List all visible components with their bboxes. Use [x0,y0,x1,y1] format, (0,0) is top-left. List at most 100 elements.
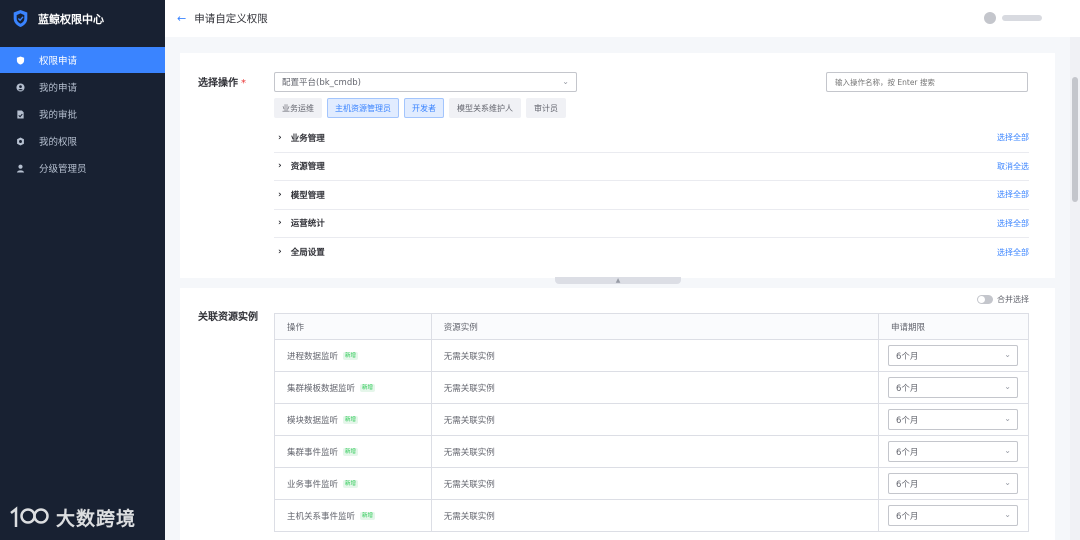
page-title: 申请自定义权限 [194,13,268,25]
column-header-operation: 操作 [274,313,432,340]
chevron-right-icon[interactable]: › [278,247,282,257]
chevron-down-icon: ⌄ [1004,414,1011,423]
template-tag[interactable]: 审计员 [526,98,566,118]
chevron-up-icon: ▲ [615,277,621,284]
back-arrow-icon[interactable]: ← [177,12,186,25]
chevron-down-icon: ⌄ [1004,478,1011,487]
chevron-down-icon: ⌄ [1004,350,1011,359]
sidebar-item-label: 我的权限 [39,137,78,148]
sidebar-item-my-approvals[interactable]: 我的审批 [0,101,165,127]
operation-panel: 选择操作* 配置平台(bk_cmdb) ⌄ 业务运维 主机资源管理员 开发者 模… [180,53,1055,278]
select-all-link[interactable]: 选择全部 [997,218,1029,229]
operation-search-input[interactable] [826,72,1028,92]
shield-logo-icon [13,10,28,27]
sidebar-item-grading-admin[interactable]: 分级管理员 [0,155,165,181]
template-tag[interactable]: 主机资源管理员 [327,98,399,118]
table-row: 业务事件监听 新增 无需关联实例 6个月 ⌄ [274,467,1029,500]
instance-cell: 无需关联实例 [431,435,880,468]
select-all-link[interactable]: 选择全部 [997,247,1029,258]
sidebar-item-label: 权限申请 [39,56,78,67]
chevron-right-icon[interactable]: › [278,161,282,171]
collapse-handle[interactable]: ▲ [555,277,681,284]
term-cell: 6个月 ⌄ [878,403,1029,436]
operation-cell: 业务事件监听 新增 [274,467,432,500]
term-cell: 6个月 ⌄ [878,339,1029,372]
operation-group[interactable]: › 业务管理 选择全部 [274,124,1029,153]
term-select[interactable]: 6个月 ⌄ [888,345,1018,366]
avatar [984,12,996,24]
term-value: 6个月 [896,447,919,458]
shield-icon [16,55,25,65]
resource-section-label: 关联资源实例 [198,312,258,323]
operation-group[interactable]: › 模型管理 选择全部 [274,181,1029,210]
sidebar-item-permission-apply[interactable]: 权限申请 [0,47,165,73]
chevron-down-icon: ⌄ [562,77,569,86]
operation-group[interactable]: › 运营统计 选择全部 [274,210,1029,238]
template-tag[interactable]: 开发者 [404,98,444,118]
toggle-knob [978,296,985,303]
term-select[interactable]: 6个月 ⌄ [888,441,1018,462]
term-select[interactable]: 6个月 ⌄ [888,377,1018,398]
template-tags: 业务运维 主机资源管理员 开发者 模型关系维护人 审计员 [274,98,571,118]
operation-section-label: 选择操作 * [198,74,246,89]
term-select[interactable]: 6个月 ⌄ [888,409,1018,430]
watermark-logo-icon [10,506,49,527]
group-name: 全局设置 [290,248,325,259]
page-scrollbar[interactable] [1070,37,1080,540]
user-menu[interactable] [984,12,1042,24]
sidebar-item-my-applications[interactable]: 我的申请 [0,74,165,100]
sidebar-item-label: 我的审批 [39,110,78,121]
term-select[interactable]: 6个月 ⌄ [888,473,1018,494]
group-name: 业务管理 [290,133,325,144]
term-cell: 6个月 ⌄ [878,467,1029,500]
app-title: 蓝鲸权限中心 [38,12,104,26]
username-placeholder [1002,15,1042,21]
term-value: 6个月 [896,415,919,426]
chevron-down-icon: ⌄ [1004,510,1011,519]
new-badge: 新增 [343,448,359,456]
operation-group[interactable]: › 全局设置 选择全部 [274,238,1029,267]
brand[interactable]: 蓝鲸权限中心 [0,0,165,37]
instance-cell: 无需关联实例 [431,339,880,372]
operation-name: 集群事件监听 [287,447,339,458]
template-tag[interactable]: 业务运维 [274,98,322,118]
group-name: 模型管理 [290,190,325,201]
term-value: 6个月 [896,351,919,362]
watermark-text: 大数跨境 [56,507,137,530]
template-tag[interactable]: 模型关系维护人 [449,98,521,118]
group-name: 资源管理 [290,162,325,173]
term-select[interactable]: 6个月 ⌄ [888,505,1018,526]
deselect-all-link[interactable]: 取消全选 [997,161,1029,172]
top-header: ← 申请自定义权限 [165,0,1080,37]
chevron-right-icon[interactable]: › [278,133,282,143]
system-select[interactable]: 配置平台(bk_cmdb) ⌄ [274,72,577,92]
select-all-link[interactable]: 选择全部 [997,132,1029,143]
table-row: 集群事件监听 新增 无需关联实例 6个月 ⌄ [274,435,1029,468]
operation-cell: 主机关系事件监听 新增 [274,499,432,532]
term-cell: 6个月 ⌄ [878,371,1029,404]
term-value: 6个月 [896,511,919,522]
operation-cell: 集群模板数据监听 新增 [274,371,432,404]
operation-name: 模块数据监听 [287,415,339,426]
new-badge: 新增 [343,352,359,360]
chevron-right-icon[interactable]: › [278,218,282,228]
operation-label-text: 选择操作 [198,78,238,89]
merge-select-toggle[interactable]: 合并选择 [977,294,1029,305]
select-all-link[interactable]: 选择全部 [997,189,1029,200]
toggle-switch[interactable] [977,295,993,304]
new-badge: 新增 [360,384,376,392]
required-mark: * [241,78,246,89]
term-cell: 6个月 ⌄ [878,499,1029,532]
operation-cell: 集群事件监听 新增 [274,435,432,468]
instance-cell: 无需关联实例 [431,499,880,532]
term-cell: 6个月 ⌄ [878,435,1029,468]
table-header-row: 操作 资源实例 申请期限 [274,313,1029,340]
sidebar-item-my-permissions[interactable]: 我的权限 [0,128,165,154]
merge-select-label: 合并选择 [997,295,1029,304]
operation-group[interactable]: › 资源管理 取消全选 [274,153,1029,181]
sidebar-nav: 权限申请 我的申请 我的审批 我的权限 分级管理员 [0,47,165,181]
new-badge: 新增 [343,480,359,488]
scrollbar-thumb[interactable] [1072,77,1078,202]
chevron-right-icon[interactable]: › [278,190,282,200]
operation-group-list: › 业务管理 选择全部 › 资源管理 取消全选 › 模型管理 选择全部 › 运营… [274,124,1029,267]
